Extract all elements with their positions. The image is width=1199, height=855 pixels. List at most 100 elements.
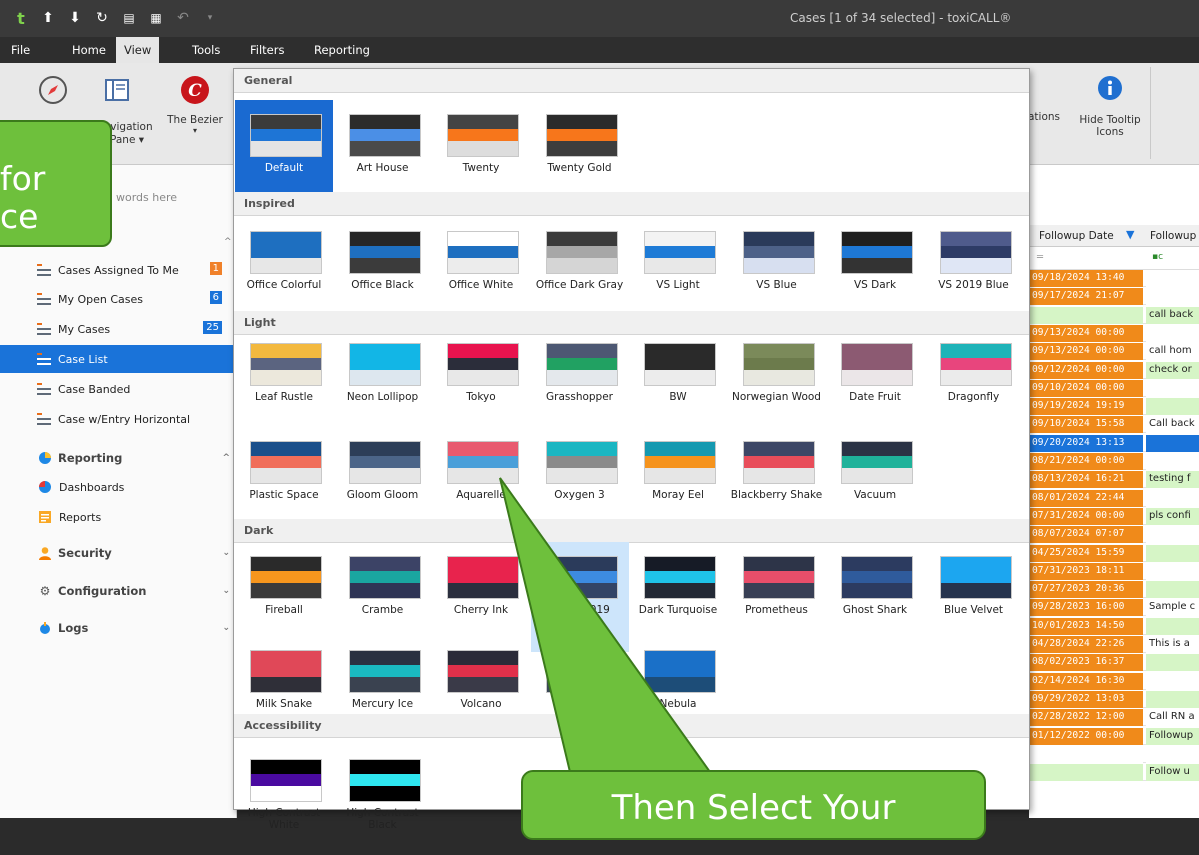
skin-swatch[interactable]: Blue Velvet xyxy=(925,542,1023,652)
table-row[interactable]: 10/01/2023 14:50 xyxy=(1029,617,1199,635)
skin-label: Cherry Ink xyxy=(453,604,509,616)
table-row[interactable]: 08/21/2024 00:00 xyxy=(1029,453,1199,470)
skin-label: Nebula xyxy=(659,698,697,710)
table-row[interactable]: 09/10/2024 00:00 xyxy=(1029,379,1199,397)
followup-note-cell xyxy=(1146,544,1199,562)
skin-label: Volcano xyxy=(460,698,502,710)
notifications-button[interactable]: ations xyxy=(1028,111,1068,123)
skin-preview xyxy=(644,556,716,599)
nav-dashboards[interactable]: Dashboards xyxy=(0,474,236,500)
skin-label: Plastic Space xyxy=(249,489,319,501)
download-icon[interactable]: ⬇ xyxy=(66,9,84,27)
column-followup[interactable]: Followup xyxy=(1150,230,1196,242)
table-row[interactable] xyxy=(1029,745,1199,763)
table-row[interactable]: 04/28/2024 22:26 This is a xyxy=(1029,636,1199,653)
undo-icon[interactable]: ↶ xyxy=(174,9,192,27)
skin-swatch[interactable]: Neon Lollipop xyxy=(334,329,432,439)
skin-swatch[interactable]: Tokyo xyxy=(432,329,530,439)
tab-home[interactable]: Home xyxy=(64,41,114,59)
grid-filter-row[interactable]: ═ ▪c xyxy=(1029,248,1199,270)
table-row[interactable]: 09/10/2024 15:58 Call back xyxy=(1029,416,1199,434)
table-row[interactable]: 07/31/2024 00:00 pls confi xyxy=(1029,507,1199,525)
filter-icon[interactable]: ▼ xyxy=(1126,228,1134,241)
section-security[interactable]: Security ⌄ xyxy=(0,541,236,565)
table-row[interactable]: 09/20/2024 13:13 xyxy=(1029,434,1199,452)
table-row[interactable]: 02/14/2024 16:30 xyxy=(1029,672,1199,690)
skin-preview xyxy=(447,556,519,599)
tab-reporting[interactable]: Reporting xyxy=(306,41,378,59)
skin-swatch[interactable]: Prometheus xyxy=(728,542,826,652)
table-row[interactable]: 04/25/2024 15:59 xyxy=(1029,544,1199,562)
save-icon[interactable]: ▤ xyxy=(120,9,138,27)
nav-my-open-cases[interactable]: My Open Cases 6 xyxy=(0,285,236,313)
skin-label: Office 2019 Sunshine xyxy=(549,604,610,628)
table-row[interactable]: 09/12/2024 00:00 check or xyxy=(1029,361,1199,379)
skin-preview xyxy=(742,343,815,386)
compass-icon xyxy=(39,76,67,104)
chevron-down-icon: ⌄ xyxy=(222,548,230,558)
followup-note-cell: Call RN a xyxy=(1146,709,1199,727)
section-reporting[interactable]: Reporting ^ xyxy=(0,446,236,470)
skin-preview xyxy=(841,343,913,386)
upload-icon[interactable]: ⬆ xyxy=(39,9,57,27)
customize-arrow-icon[interactable]: ▾ xyxy=(201,9,219,27)
nav-cases-assigned-to-me[interactable]: Cases Assigned To Me 1 xyxy=(0,256,236,284)
skin-swatch[interactable]: Grasshopper xyxy=(531,329,629,439)
category-header: General xyxy=(234,69,1029,93)
table-row[interactable]: 08/01/2024 22:44 xyxy=(1029,489,1199,507)
table-row[interactable]: 01/12/2022 00:00 Followup xyxy=(1029,727,1199,745)
column-followup-date[interactable]: Followup Date xyxy=(1039,230,1114,242)
table-row[interactable]: 09/19/2024 19:19 xyxy=(1029,398,1199,416)
save-all-icon[interactable]: ▦ xyxy=(147,9,165,27)
collapse-chevron-icon[interactable]: ^ xyxy=(224,237,232,247)
navigation-pane-button[interactable]: Navigation Pane ▾ xyxy=(82,73,153,146)
table-row[interactable]: 09/29/2022 13:03 xyxy=(1029,690,1199,708)
skin-swatch[interactable]: Norwegian Wood xyxy=(728,329,826,439)
table-row[interactable]: 08/13/2024 16:21 testing f xyxy=(1029,471,1199,489)
followup-note-cell: Sample c xyxy=(1146,599,1199,617)
table-row[interactable]: 07/27/2023 20:36 xyxy=(1029,581,1199,599)
skin-bezier-button[interactable]: C The Bezier ▾ xyxy=(165,73,225,135)
tab-file[interactable]: File xyxy=(3,41,38,59)
bezier-skin-icon: C xyxy=(181,76,209,104)
skin-swatch[interactable]: BW xyxy=(629,329,727,439)
nav-case-entry-horizontal[interactable]: Case w/Entry Horizontal xyxy=(0,405,236,433)
table-row[interactable]: 09/17/2024 21:07 xyxy=(1029,288,1199,306)
nav-case-banded[interactable]: Case Banded xyxy=(0,375,236,403)
table-row[interactable]: 07/31/2023 18:11 xyxy=(1029,562,1199,580)
navigation-compass-button[interactable] xyxy=(28,73,78,114)
table-row[interactable]: 09/18/2024 13:40 xyxy=(1029,270,1199,287)
nav-case-list[interactable]: Case List xyxy=(0,345,236,373)
table-row[interactable]: call back xyxy=(1029,306,1199,324)
table-row[interactable]: 09/28/2023 16:00 Sample c xyxy=(1029,599,1199,617)
nav-reports[interactable]: Reports xyxy=(0,504,236,530)
skin-swatch[interactable]: Leaf Rustle xyxy=(235,329,333,439)
table-row[interactable]: 08/07/2024 07:07 xyxy=(1029,526,1199,544)
nav-my-cases[interactable]: My Cases 25 xyxy=(0,315,236,343)
followup-date-cell: 04/28/2024 22:26 xyxy=(1029,636,1143,653)
tab-view[interactable]: View xyxy=(116,37,160,63)
skin-swatch[interactable]: Date Fruit xyxy=(826,329,924,439)
section-configuration[interactable]: ⚙ Configuration ⌄ xyxy=(0,579,236,603)
tab-tools[interactable]: Tools xyxy=(184,41,228,59)
table-row[interactable]: 09/13/2024 00:00 xyxy=(1029,324,1199,342)
category-header: Accessibility xyxy=(234,714,1029,738)
followup-date-cell xyxy=(1029,745,1143,763)
tab-filters[interactable]: Filters xyxy=(242,41,292,59)
followup-note-cell: Follow u xyxy=(1146,764,1199,782)
table-row[interactable]: 08/02/2023 16:37 xyxy=(1029,654,1199,672)
table-row[interactable]: Follow u xyxy=(1029,764,1199,782)
skin-swatch[interactable]: Dragonfly xyxy=(925,329,1023,439)
skin-swatch[interactable]: High Contrast White xyxy=(235,745,333,855)
section-logs[interactable]: Logs ⌄ xyxy=(0,616,236,640)
table-row[interactable]: 02/28/2022 12:00 Call RN a xyxy=(1029,709,1199,727)
skin-swatch[interactable]: High Contrast Black xyxy=(334,745,432,855)
table-row[interactable]: 09/13/2024 00:00 call hom xyxy=(1029,343,1199,361)
skin-preview xyxy=(348,650,421,693)
app-logo-icon[interactable]: t xyxy=(12,9,30,28)
quick-access-toolbar: t ⬆ ⬇ ↻ ▤ ▦ ↶ ▾ xyxy=(12,9,219,28)
refresh-icon[interactable]: ↻ xyxy=(93,9,111,27)
skin-swatch[interactable]: Ghost Shark xyxy=(826,542,924,652)
hide-tooltip-icons-button[interactable]: Hide Tooltip Icons xyxy=(1070,73,1150,138)
skin-label: VS Dark xyxy=(853,279,897,291)
